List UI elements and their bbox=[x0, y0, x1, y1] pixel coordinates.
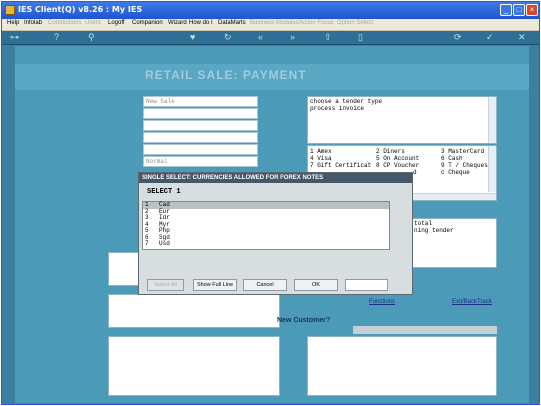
input-field-5[interactable] bbox=[143, 144, 258, 155]
menu-business-modules[interactable]: Business Modules bbox=[250, 20, 299, 26]
menu-datamarts[interactable]: DataMarts bbox=[218, 20, 246, 26]
menu-option-select[interactable]: Option Select bbox=[337, 20, 373, 26]
rewind-icon[interactable]: « bbox=[258, 32, 263, 43]
menu-help[interactable]: Help bbox=[7, 20, 19, 26]
app-window: IES Client(Q) v8.26 : My IES _ □ × Help … bbox=[1, 1, 540, 405]
dialog-title: SINGLE SELECT: CURRENCIES ALLOWED FOR FO… bbox=[139, 173, 412, 183]
search-icon[interactable]: ⚲ bbox=[88, 32, 95, 43]
app-icon bbox=[5, 5, 15, 15]
notes-box-3[interactable] bbox=[108, 336, 280, 396]
input-field-3[interactable] bbox=[143, 120, 258, 131]
list-item[interactable]: 4 Visa 5 On Account 6 Cash bbox=[310, 155, 488, 162]
sale-type-field[interactable]: New Sale bbox=[143, 96, 258, 107]
list-item[interactable]: 7 Usd bbox=[143, 240, 389, 248]
cycle-icon[interactable]: ⟳ bbox=[454, 32, 462, 43]
help-icon[interactable]: ? bbox=[54, 32, 59, 43]
menu-users[interactable]: Users bbox=[85, 20, 101, 26]
notes-box-2[interactable] bbox=[108, 294, 280, 328]
dialog-prompt: SELECT 1 bbox=[147, 188, 181, 196]
close-button[interactable]: × bbox=[526, 4, 538, 16]
menu-logoff[interactable]: Logoff bbox=[108, 20, 125, 26]
mode-field[interactable]: Normal bbox=[143, 156, 258, 167]
exit-backtrack-link[interactable]: Exit/BackTrack bbox=[452, 299, 492, 305]
currency-select-dialog: SINGLE SELECT: CURRENCIES ALLOWED FOR FO… bbox=[138, 172, 413, 295]
menu-how-do-i[interactable]: How do I bbox=[189, 20, 213, 26]
list-item[interactable]: 1 Amex 2 Diners 3 MasterCard bbox=[310, 148, 488, 155]
heart-icon[interactable]: ♥ bbox=[190, 32, 195, 43]
menu-infolab[interactable]: Infolab bbox=[24, 20, 42, 26]
ok-button[interactable]: OK bbox=[294, 279, 338, 291]
document-icon[interactable]: ▯ bbox=[358, 32, 363, 43]
key-icon[interactable]: ⊶ bbox=[10, 32, 19, 43]
dialog-input[interactable] bbox=[345, 279, 388, 291]
toolbar: ⊶ ? ⚲ ♥ ↻ « » ⇧ ▯ ⟳ ✓ ✕ bbox=[2, 31, 539, 45]
menu-wizard[interactable]: Wizard bbox=[168, 20, 187, 26]
instruction-line: process invoice bbox=[310, 105, 365, 112]
window-title: IES Client(Q) v8.26 : My IES bbox=[18, 5, 143, 14]
maximize-button[interactable]: □ bbox=[513, 4, 525, 16]
show-full-line-button[interactable]: Show Full Line bbox=[193, 279, 237, 291]
scrollbar[interactable] bbox=[488, 97, 496, 143]
scrollbar[interactable] bbox=[488, 146, 496, 192]
currency-list: 1 Cad 2 Eur 3 Idr 4 Myr 5 Php 6 Sgd 7 Usd bbox=[142, 201, 390, 250]
instruction-box: choose a tender type process invoice bbox=[307, 96, 497, 144]
refresh-icon[interactable]: ↻ bbox=[224, 32, 232, 43]
close-icon[interactable]: ✕ bbox=[518, 32, 526, 43]
menu-companion[interactable]: Companion bbox=[132, 20, 163, 26]
page-title: RETAIL SALE: PAYMENT bbox=[145, 68, 307, 82]
customer-box[interactable] bbox=[307, 336, 497, 396]
forward-icon[interactable]: » bbox=[290, 32, 295, 43]
title-bar: IES Client(Q) v8.26 : My IES _ □ × bbox=[2, 2, 539, 19]
customer-bar bbox=[353, 326, 497, 334]
upload-icon[interactable]: ⇧ bbox=[324, 32, 332, 43]
menu-bar: Help Infolab Connections Users Logoff Co… bbox=[2, 19, 539, 31]
instruction-line: choose a tender type bbox=[310, 98, 383, 105]
list-item[interactable]: 7 Gift Certificat 8 CP Voucher 9 T / Che… bbox=[310, 162, 488, 169]
new-customer-label: New Customer? bbox=[277, 317, 331, 324]
menu-action-focus[interactable]: Action Focus bbox=[299, 20, 334, 26]
check-icon[interactable]: ✓ bbox=[486, 32, 494, 43]
input-field-2[interactable] bbox=[143, 108, 258, 119]
cancel-button[interactable]: Cancel bbox=[243, 279, 287, 291]
functions-link[interactable]: Functions bbox=[369, 299, 395, 305]
menu-connections[interactable]: Connections bbox=[48, 20, 81, 26]
select-all-button[interactable]: Select All bbox=[147, 279, 184, 291]
minimize-button[interactable]: _ bbox=[500, 4, 512, 16]
input-field-4[interactable] bbox=[143, 132, 258, 143]
